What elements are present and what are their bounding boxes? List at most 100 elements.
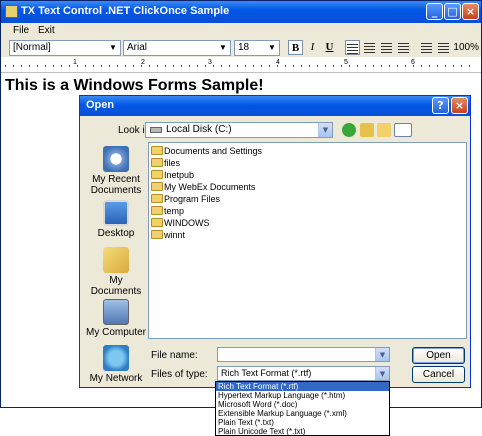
numbering-button[interactable] [436,40,451,55]
file-list[interactable]: Documents and Settings files Inetpub My … [148,142,467,339]
list-item[interactable]: files [151,158,180,169]
underline-button[interactable]: U [322,40,337,55]
size-value: 18 [238,42,250,53]
file-name: WINDOWS [164,218,210,228]
folder-icon [151,194,163,203]
chevron-down-icon[interactable]: ▼ [266,42,278,54]
list-item[interactable]: temp [151,206,184,217]
maximize-icon[interactable]: □ [444,3,461,20]
menu-exit[interactable]: Exit [38,25,55,36]
size-combo[interactable]: 18 ▼ [234,40,280,56]
help-icon[interactable]: ? [432,97,449,114]
ruler-number: 4 [276,59,280,66]
file-name: files [164,158,181,168]
file-type-option[interactable]: Rich Text Format (*.rtf) [216,382,389,391]
views-menu-icon[interactable] [394,123,412,137]
file-name: winnt [164,230,186,240]
italic-button[interactable]: I [305,40,320,55]
zoom-level[interactable]: 100% [453,42,479,53]
open-dialog: Open ? × Look in: Local Disk (C:) ▼ My R… [79,95,471,388]
back-icon[interactable] [342,123,356,137]
align-right-icon [381,43,392,53]
desktop-icon [103,200,129,226]
ruler[interactable]: 1 2 3 4 5 6 [1,58,481,73]
folder-icon [151,206,163,215]
ruler-number: 5 [344,59,348,66]
close-icon[interactable]: × [451,97,468,114]
list-item[interactable]: WINDOWS [151,218,210,229]
places-bar: My Recent Documents Desktop My Documents… [84,142,148,384]
file-name: Documents and Settings [164,146,263,156]
files-of-type-value: Rich Text Format (*.rtf) [221,368,312,378]
file-type-option[interactable]: Hypertext Markup Language (*.htm) [216,391,389,400]
menu-file[interactable]: File [13,25,29,36]
look-in-combo[interactable]: Local Disk (C:) ▼ [145,122,333,138]
align-right-button[interactable] [379,40,394,55]
bullets-button[interactable] [419,40,434,55]
up-folder-icon[interactable] [360,123,374,137]
file-name: Program Files [164,194,221,204]
font-value: Arial [127,42,148,53]
recent-documents-icon [103,146,129,172]
place-recent[interactable]: My Recent Documents [84,146,148,196]
list-item[interactable]: Inetpub [151,170,194,181]
ruler-number: 1 [73,59,77,66]
dialog-title: Open [86,99,115,111]
document-text[interactable]: This is a Windows Forms Sample! [5,77,264,95]
list-item[interactable]: Documents and Settings [151,146,262,157]
file-name: My WebEx Documents [164,182,256,192]
align-center-icon [364,43,375,53]
font-combo[interactable]: Arial ▼ [123,40,231,56]
place-my-documents[interactable]: My Documents [84,247,148,297]
list-item[interactable]: Program Files [151,194,220,205]
file-type-option[interactable]: Plain Text (*.txt) [216,418,389,427]
bold-button[interactable]: B [288,40,303,55]
place-label: My Documents [90,275,142,297]
place-my-network[interactable]: My Network [84,345,148,384]
list-item[interactable]: My WebEx Documents [151,182,255,193]
cancel-button[interactable]: Cancel [412,366,465,383]
dialog-titlebar[interactable]: Open ? × [80,96,470,116]
look-in-value: Local Disk (C:) [166,124,232,135]
style-combo[interactable]: [Normal] ▼ [9,40,121,56]
my-documents-icon [103,247,129,273]
file-type-option[interactable]: Extensible Markup Language (*.xml) [216,409,389,418]
chevron-down-icon[interactable]: ▼ [217,42,229,54]
place-my-computer[interactable]: My Computer [84,299,148,338]
file-type-option[interactable]: Microsoft Word (*.doc) [216,400,389,409]
file-name: temp [164,206,185,216]
justify-button[interactable] [396,40,411,55]
align-center-button[interactable] [362,40,377,55]
list-item[interactable]: winnt [151,230,185,241]
app-icon [5,5,18,18]
align-left-icon [347,44,358,54]
close-icon[interactable]: × [462,3,479,20]
chevron-down-icon[interactable]: ▼ [107,42,119,54]
my-computer-icon [103,299,129,325]
justify-icon [398,43,409,53]
place-label: My Computer [85,327,146,338]
chevron-down-icon[interactable]: ▼ [375,348,389,361]
menu-bar: File Exit [1,23,481,39]
window-title: TX Text Control .NET ClickOnce Sample [21,5,230,17]
open-button[interactable]: Open [412,347,465,364]
folder-icon [151,158,163,167]
main-titlebar[interactable]: TX Text Control .NET ClickOnce Sample _ … [1,1,481,23]
place-desktop[interactable]: Desktop [84,200,148,239]
place-label: Desktop [97,228,135,239]
file-type-option[interactable]: Plain Unicode Text (*.txt) [216,427,389,436]
folder-icon [151,218,163,227]
new-folder-icon[interactable] [377,123,391,137]
ruler-number: 3 [208,59,212,66]
ruler-number: 6 [411,59,415,66]
file-type-dropdown[interactable]: Rich Text Format (*.rtf) Hypertext Marku… [215,381,390,436]
align-left-button[interactable] [345,40,360,55]
format-toolbar: [Normal] ▼ Arial ▼ 18 ▼ B I U 100% [1,39,481,57]
chevron-down-icon[interactable]: ▼ [375,367,389,380]
chevron-down-icon[interactable]: ▼ [318,123,332,137]
files-of-type-combo[interactable]: Rich Text Format (*.rtf) ▼ [217,366,390,381]
numbered-list-icon [438,43,449,53]
minimize-icon[interactable]: _ [426,3,443,20]
folder-icon [151,230,163,239]
file-name-field[interactable]: ▼ [217,347,390,362]
